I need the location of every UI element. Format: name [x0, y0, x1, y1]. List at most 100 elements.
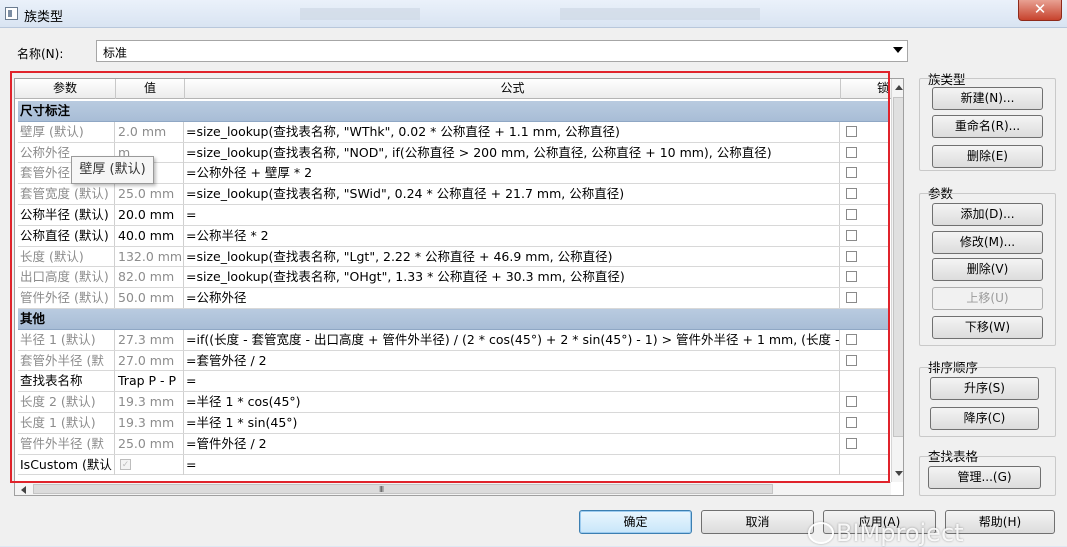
formula-cell[interactable]: =半径 1 * cos(45°): [185, 392, 840, 413]
value-cell[interactable]: 132.0 mm: [116, 246, 184, 267]
lock-checkbox[interactable]: [846, 396, 857, 408]
lock-checkbox[interactable]: [846, 229, 857, 241]
lock-checkbox[interactable]: [846, 125, 857, 137]
parameter-cell[interactable]: 壁厚 (默认): [18, 121, 115, 142]
modify-parameter-button[interactable]: 修改(M)...: [932, 231, 1043, 254]
scroll-thumb-horizontal[interactable]: [33, 484, 773, 494]
table-row[interactable]: 查找表名称 Trap P - P =: [18, 371, 888, 393]
group-header[interactable]: 其他: [18, 308, 888, 330]
sort-descending-button[interactable]: 降序(C): [930, 407, 1039, 430]
add-parameter-button[interactable]: 添加(D)...: [932, 203, 1043, 226]
delete-type-button[interactable]: 删除(E): [932, 145, 1043, 168]
table-row[interactable]: 壁厚 (默认) 2.0 mm =size_lookup(查找表名称, "WThk",…: [18, 121, 888, 143]
sort-ascending-button[interactable]: 升序(S): [930, 377, 1039, 400]
parameter-cell[interactable]: 长度 (默认): [18, 246, 115, 267]
close-button[interactable]: ✕: [1018, 0, 1062, 21]
type-name-select[interactable]: 标准: [96, 40, 908, 62]
value-cell[interactable]: 82.0 mm: [116, 267, 184, 288]
formula-cell[interactable]: =套管外径 / 2: [185, 350, 840, 371]
vertical-scrollbar[interactable]: [891, 79, 903, 482]
formula-cell[interactable]: =size_lookup(查找表名称, "OHgt", 1.33 * 公称直径 …: [185, 267, 840, 288]
value-cell[interactable]: 25.0 mm: [116, 433, 184, 454]
value-cell[interactable]: ✓: [116, 454, 184, 475]
column-header-parameter[interactable]: 参数: [15, 79, 116, 99]
group-header[interactable]: 尺寸标注: [18, 101, 888, 122]
parameter-cell[interactable]: 公称直径 (默认): [18, 225, 115, 246]
table-row[interactable]: 套管外半径 (默 27.0 mm =套管外径 / 2: [18, 350, 888, 372]
move-up-button[interactable]: 上移(U): [932, 287, 1043, 310]
table-row[interactable]: 出口高度 (默认) 82.0 mm =size_lookup(查找表名称, "OHg…: [18, 267, 888, 289]
formula-cell[interactable]: =: [185, 371, 840, 392]
parameter-cell[interactable]: 管件外径 (默认): [18, 288, 115, 309]
table-row[interactable]: 公称直径 (默认) 40.0 mm =公称半径 * 2: [18, 225, 888, 247]
formula-cell[interactable]: =半径 1 * sin(45°): [185, 412, 840, 433]
parameter-cell[interactable]: 管件外半径 (默: [18, 433, 115, 454]
value-cell[interactable]: 50.0 mm: [116, 288, 184, 309]
formula-cell[interactable]: =管件外径 / 2: [185, 433, 840, 454]
formula-cell[interactable]: =size_lookup(查找表名称, "Lgt", 2.22 * 公称直径 +…: [185, 246, 840, 267]
scroll-down-icon[interactable]: [895, 471, 903, 476]
formula-cell[interactable]: =公称半径 * 2: [185, 225, 840, 246]
lock-checkbox[interactable]: [846, 333, 857, 345]
lock-checkbox[interactable]: [846, 250, 857, 262]
value-cell[interactable]: 20.0 mm: [116, 204, 184, 225]
chevron-down-icon[interactable]: [893, 47, 903, 53]
new-type-button[interactable]: 新建(N)...: [932, 87, 1043, 110]
parameter-cell[interactable]: IsCustom (默认: [18, 454, 115, 475]
checkbox-checked-icon[interactable]: ✓: [120, 458, 131, 470]
parameter-cell[interactable]: 查找表名称: [18, 371, 115, 392]
lock-checkbox[interactable]: [846, 188, 857, 200]
formula-cell[interactable]: =size_lookup(查找表名称, "WThk", 0.02 * 公称直径 …: [185, 121, 840, 142]
formula-cell[interactable]: =: [185, 454, 840, 475]
column-header-lock[interactable]: 锁: [841, 79, 891, 99]
parameter-cell[interactable]: 套管宽度 (默认): [18, 184, 115, 205]
cancel-button[interactable]: 取消: [701, 510, 814, 534]
table-row[interactable]: 长度 1 (默认) 19.3 mm =半径 1 * sin(45°): [18, 412, 888, 434]
parameter-cell[interactable]: 半径 1 (默认): [18, 329, 115, 350]
lock-checkbox[interactable]: [846, 167, 857, 179]
scroll-up-icon[interactable]: [895, 85, 903, 90]
lock-checkbox[interactable]: [846, 354, 857, 366]
value-cell[interactable]: 27.0 mm: [116, 350, 184, 371]
lock-checkbox[interactable]: [846, 292, 857, 304]
formula-cell[interactable]: =公称外径 + 壁厚 * 2: [185, 163, 840, 184]
value-cell[interactable]: 2.0 mm: [116, 121, 184, 142]
table-row[interactable]: 套管宽度 (默认) 25.0 mm =size_lookup(查找表名称, "SWi…: [18, 184, 888, 205]
lock-checkbox[interactable]: [846, 271, 857, 283]
scroll-thumb[interactable]: [893, 97, 903, 437]
value-cell[interactable]: 27.3 mm: [116, 329, 184, 350]
manage-lookup-button[interactable]: 管理...(G): [928, 466, 1041, 489]
ok-button[interactable]: 确定: [579, 510, 692, 534]
lock-checkbox[interactable]: [846, 208, 857, 220]
table-row[interactable]: 管件外半径 (默 25.0 mm =管件外径 / 2: [18, 433, 888, 455]
lock-checkbox[interactable]: [846, 146, 857, 158]
formula-cell[interactable]: =size_lookup(查找表名称, "SWid", 0.24 * 公称直径 …: [185, 184, 840, 205]
parameter-cell[interactable]: 长度 2 (默认): [18, 392, 115, 413]
formula-cell[interactable]: =公称外径: [185, 288, 840, 309]
column-header-value[interactable]: 值: [116, 79, 185, 99]
parameter-cell[interactable]: 套管外半径 (默: [18, 350, 115, 371]
delete-parameter-button[interactable]: 删除(V): [932, 258, 1043, 281]
parameter-cell[interactable]: 公称半径 (默认): [18, 204, 115, 225]
value-cell[interactable]: Trap P - P: [116, 371, 184, 392]
formula-cell[interactable]: =: [185, 204, 840, 225]
rename-type-button[interactable]: 重命名(R)...: [932, 115, 1043, 138]
formula-cell[interactable]: =if((长度 - 套管宽度 - 出口高度 + 管件外半径) / (2 * co…: [185, 329, 840, 350]
value-cell[interactable]: 25.0 mm: [116, 184, 184, 205]
table-row[interactable]: 长度 2 (默认) 19.3 mm =半径 1 * cos(45°): [18, 392, 888, 413]
lock-checkbox[interactable]: [846, 416, 857, 428]
parameter-cell[interactable]: 出口高度 (默认): [18, 267, 115, 288]
value-cell[interactable]: 19.3 mm: [116, 412, 184, 433]
formula-cell[interactable]: =size_lookup(查找表名称, "NOD", if(公称直径 > 200…: [185, 142, 840, 163]
column-header-formula[interactable]: 公式: [185, 79, 841, 99]
table-row[interactable]: 公称半径 (默认) 20.0 mm =: [18, 204, 888, 226]
table-row[interactable]: IsCustom (默认 ✓ =: [18, 454, 888, 476]
parameter-cell[interactable]: 长度 1 (默认): [18, 412, 115, 433]
lock-checkbox[interactable]: [846, 437, 857, 449]
table-row[interactable]: 长度 (默认) 132.0 mm =size_lookup(查找表名称, "Lgt"…: [18, 246, 888, 268]
table-row[interactable]: 半径 1 (默认) 27.3 mm =if((长度 - 套管宽度 - 出口高度 + …: [18, 329, 888, 351]
value-cell[interactable]: 40.0 mm: [116, 225, 184, 246]
scroll-left-icon[interactable]: [21, 486, 26, 494]
value-cell[interactable]: 19.3 mm: [116, 392, 184, 413]
move-down-button[interactable]: 下移(W): [932, 316, 1043, 339]
